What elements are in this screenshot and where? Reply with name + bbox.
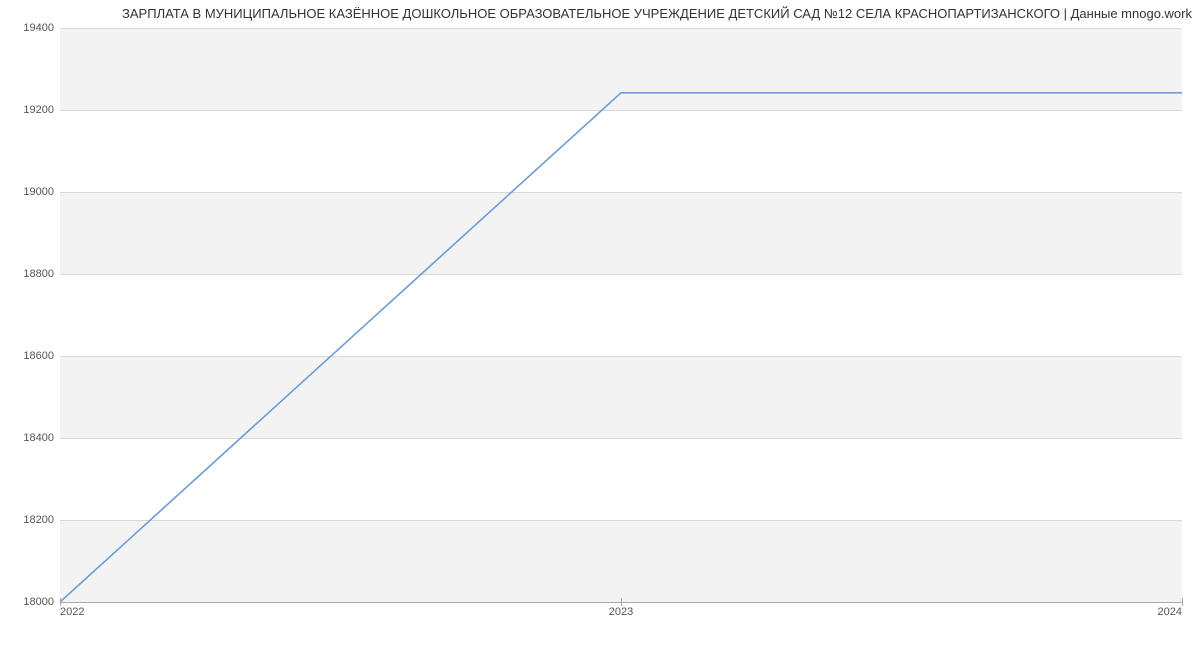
y-tick-label: 18000 <box>4 596 54 608</box>
x-tick-label: 2023 <box>609 606 633 618</box>
x-tick <box>60 598 61 606</box>
y-tick-label: 19400 <box>4 22 54 34</box>
y-tick-label: 19200 <box>4 104 54 116</box>
x-tick-label: 2022 <box>60 606 84 618</box>
y-tick-label: 19000 <box>4 186 54 198</box>
series-line <box>60 93 1182 602</box>
chart-container: ЗАРПЛАТА В МУНИЦИПАЛЬНОЕ КАЗЁННОЕ ДОШКОЛ… <box>0 0 1200 650</box>
line-layer <box>60 28 1182 602</box>
chart-title: ЗАРПЛАТА В МУНИЦИПАЛЬНОЕ КАЗЁННОЕ ДОШКОЛ… <box>0 6 1192 21</box>
x-tick-label: 2024 <box>1158 606 1182 618</box>
y-tick-label: 18200 <box>4 514 54 526</box>
y-tick-label: 18800 <box>4 268 54 280</box>
x-tick <box>621 598 622 606</box>
x-tick <box>1182 598 1183 606</box>
plot-area <box>60 28 1182 603</box>
y-tick-label: 18600 <box>4 350 54 362</box>
y-tick-label: 18400 <box>4 432 54 444</box>
